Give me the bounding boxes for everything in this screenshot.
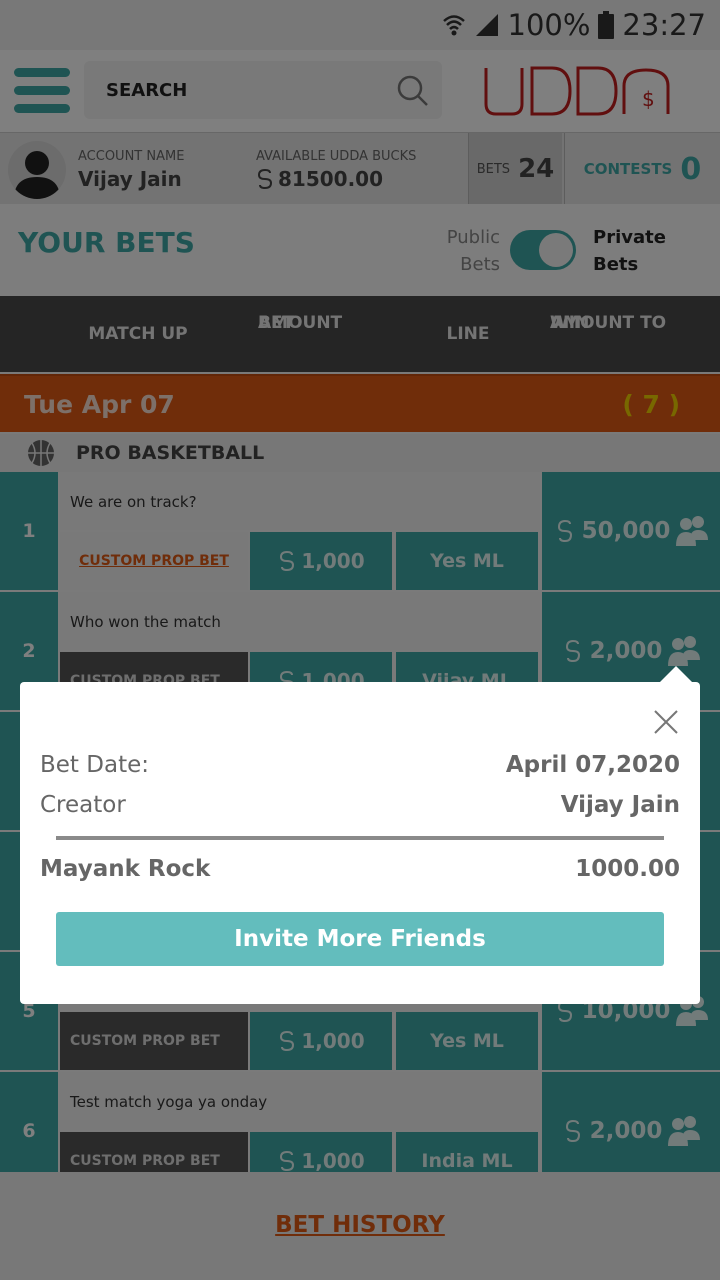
bet-date-label: Bet Date: <box>40 752 149 778</box>
bet-date-value: April 07,2020 <box>505 752 680 778</box>
creator-value: Vijay Jain <box>560 792 680 818</box>
modal-overlay[interactable] <box>0 0 720 1280</box>
participant-name: Mayank Rock <box>40 856 211 882</box>
creator-label: Creator <box>40 792 126 818</box>
popup-caret <box>660 666 692 682</box>
invite-more-friends-button[interactable]: Invite More Friends <box>56 912 664 966</box>
close-icon[interactable] <box>652 708 680 736</box>
participant-amount: 1000.00 <box>575 856 680 882</box>
divider <box>56 836 664 840</box>
bet-details-popup: Bet Date: April 07,2020 Creator Vijay Ja… <box>20 682 700 1004</box>
